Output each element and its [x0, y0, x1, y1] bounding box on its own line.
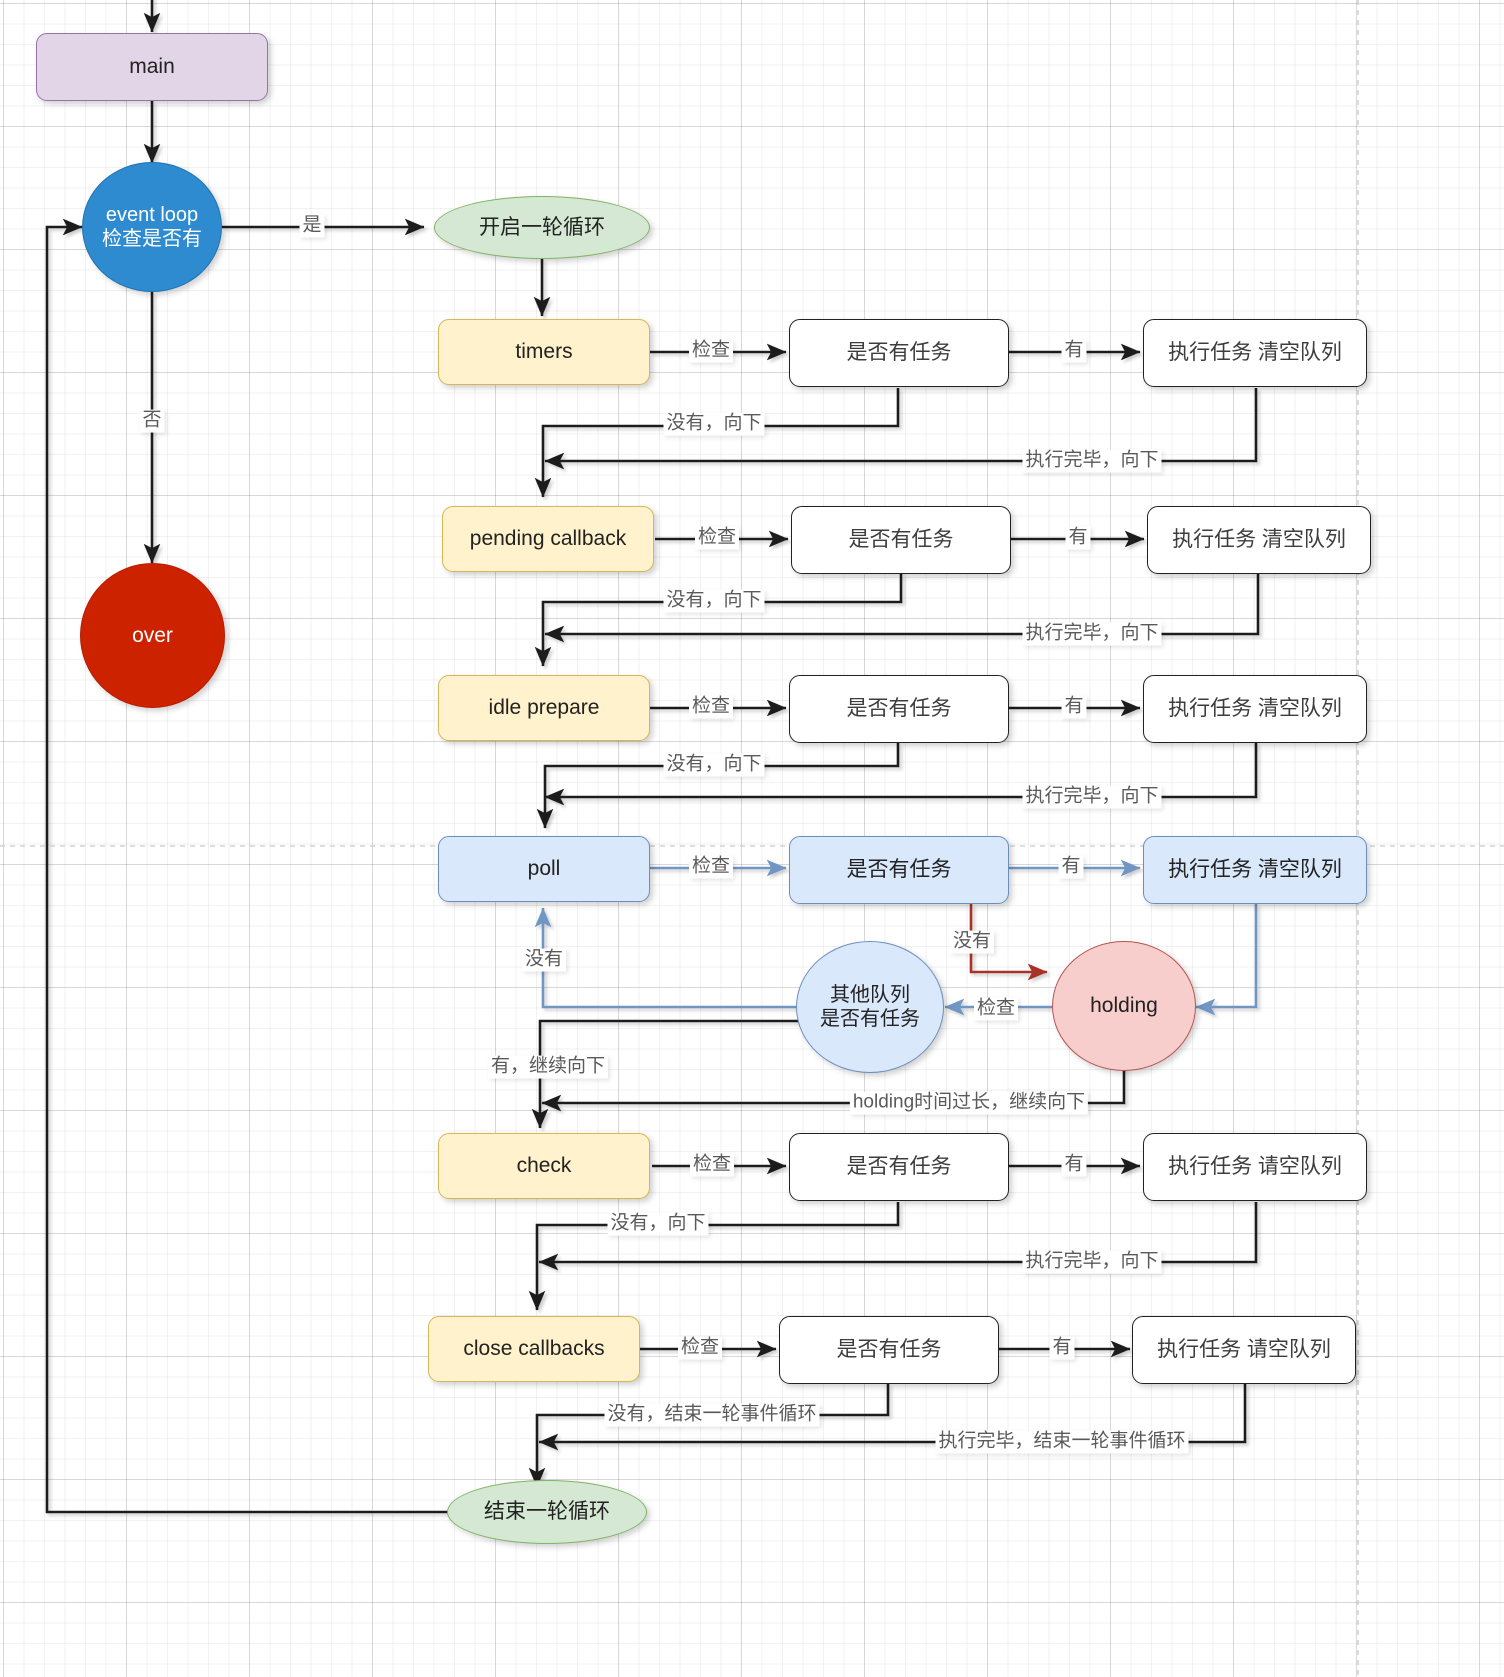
action-check-exec[interactable]: 执行任务 请空队列 — [1143, 1133, 1367, 1201]
decision-close-has-task[interactable]: 是否有任务 — [779, 1316, 999, 1384]
action-pending-exec[interactable]: 执行任务 清空队列 — [1147, 506, 1371, 574]
decision-poll-label: 是否有任务 — [846, 858, 952, 882]
decision-timers-has-task[interactable]: 是否有任务 — [789, 319, 1009, 387]
node-start-round[interactable]: 开启一轮循环 — [434, 196, 650, 259]
edge-label-close-check: 检查 — [677, 1336, 723, 1360]
node-check[interactable]: check — [438, 1133, 650, 1199]
node-pending-callback-label: pending callback — [469, 527, 627, 551]
decision-close-label: 是否有任务 — [836, 1338, 942, 1362]
node-main[interactable]: main — [36, 33, 268, 101]
edge-label-check-done: 执行完毕，向下 — [1022, 1250, 1162, 1274]
decision-pending-label: 是否有任务 — [848, 528, 954, 552]
edge-label-holding-check: 检查 — [973, 997, 1019, 1021]
edge-label-timers-done: 执行完毕，向下 — [1022, 449, 1162, 473]
edge-label-poll-check: 检查 — [688, 855, 734, 879]
edge-label-check-no: 没有，向下 — [607, 1212, 709, 1236]
edge-label-check-check: 检查 — [689, 1153, 735, 1177]
action-idle-label: 执行任务 清空队列 — [1168, 697, 1342, 721]
action-timers-label: 执行任务 清空队列 — [1168, 341, 1342, 365]
edge-label-pending-check: 检查 — [694, 526, 740, 550]
edge-label-check-yes: 有 — [1061, 1153, 1087, 1177]
action-idle-exec[interactable]: 执行任务 清空队列 — [1143, 675, 1367, 743]
node-timers-label: timers — [515, 340, 573, 364]
decision-check-has-task[interactable]: 是否有任务 — [789, 1133, 1009, 1201]
node-pending-callback[interactable]: pending callback — [442, 506, 654, 572]
node-end-round-label: 结束一轮循环 — [484, 1500, 610, 1524]
action-timers-exec[interactable]: 执行任务 清空队列 — [1143, 319, 1367, 387]
node-check-label: check — [516, 1154, 572, 1178]
edge-label-poll-yes: 有 — [1058, 855, 1084, 879]
edge-label-idle-check: 检查 — [688, 695, 734, 719]
node-timers[interactable]: timers — [438, 319, 650, 385]
node-holding-label: holding — [1090, 994, 1158, 1018]
node-holding[interactable]: holding — [1052, 941, 1196, 1071]
decision-pending-has-task[interactable]: 是否有任务 — [791, 506, 1011, 574]
action-check-label: 执行任务 请空队列 — [1168, 1155, 1342, 1179]
edge-label-holding-timeout: holding时间过长，继续向下 — [849, 1091, 1089, 1115]
edge-label-pending-yes: 有 — [1065, 526, 1091, 550]
decision-idle-label: 是否有任务 — [846, 697, 952, 721]
action-close-exec[interactable]: 执行任务 请空队列 — [1132, 1316, 1356, 1384]
edge-label-poll-none: 没有 — [521, 948, 567, 972]
decision-timers-label: 是否有任务 — [846, 341, 952, 365]
edge-label-no-over: 否 — [139, 409, 165, 433]
node-event-loop-label: event loop 检查是否有 — [102, 203, 202, 250]
action-poll-label: 执行任务 清空队列 — [1168, 858, 1342, 882]
edge-label-close-yes: 有 — [1049, 1336, 1075, 1360]
edge-label-other-queue-has: 有，继续向下 — [487, 1055, 609, 1079]
node-poll[interactable]: poll — [438, 836, 650, 902]
edge-label-idle-yes: 有 — [1061, 695, 1087, 719]
edge-label-close-done: 执行完毕，结束一轮事件循环 — [935, 1430, 1189, 1454]
node-over-label: over — [132, 623, 173, 647]
node-event-loop[interactable]: event loop 检查是否有 — [82, 162, 222, 292]
edge-label-close-no: 没有，结束一轮事件循环 — [604, 1403, 820, 1427]
node-start-round-label: 开启一轮循环 — [479, 215, 605, 239]
action-poll-exec[interactable]: 执行任务 清空队列 — [1143, 836, 1367, 904]
edge-label-timers-no: 没有，向下 — [663, 412, 765, 436]
node-idle-prepare[interactable]: idle prepare — [438, 675, 650, 741]
edge-label-decision-none-to-holding: 没有 — [949, 930, 995, 954]
node-main-label: main — [129, 55, 175, 79]
node-other-queue[interactable]: 其他队列 是否有任务 — [796, 941, 944, 1073]
edge-label-yes-start: 是 — [299, 214, 325, 238]
edge-label-idle-done: 执行完毕，向下 — [1022, 785, 1162, 809]
decision-poll-has-task[interactable]: 是否有任务 — [789, 836, 1009, 904]
edge-label-timers-check: 检查 — [688, 339, 734, 363]
node-end-round[interactable]: 结束一轮循环 — [447, 1480, 647, 1544]
edge-label-timers-yes: 有 — [1061, 339, 1087, 363]
node-close-callbacks[interactable]: close callbacks — [428, 1316, 640, 1382]
edge-label-pending-no: 没有，向下 — [663, 589, 765, 613]
decision-idle-has-task[interactable]: 是否有任务 — [789, 675, 1009, 743]
node-idle-prepare-label: idle prepare — [488, 696, 600, 720]
flowchart-canvas: main event loop 检查是否有 over 开启一轮循环 timers… — [0, 0, 1504, 1677]
edge-label-idle-no: 没有，向下 — [663, 753, 765, 777]
action-close-label: 执行任务 请空队列 — [1157, 1338, 1331, 1362]
node-close-callbacks-label: close callbacks — [463, 1337, 605, 1361]
action-pending-label: 执行任务 清空队列 — [1172, 528, 1346, 552]
node-other-queue-label: 其他队列 是否有任务 — [820, 983, 920, 1030]
node-poll-label: poll — [527, 857, 561, 881]
edge-label-pending-done: 执行完毕，向下 — [1022, 622, 1162, 646]
decision-check-label: 是否有任务 — [846, 1155, 952, 1179]
node-over[interactable]: over — [80, 563, 225, 708]
